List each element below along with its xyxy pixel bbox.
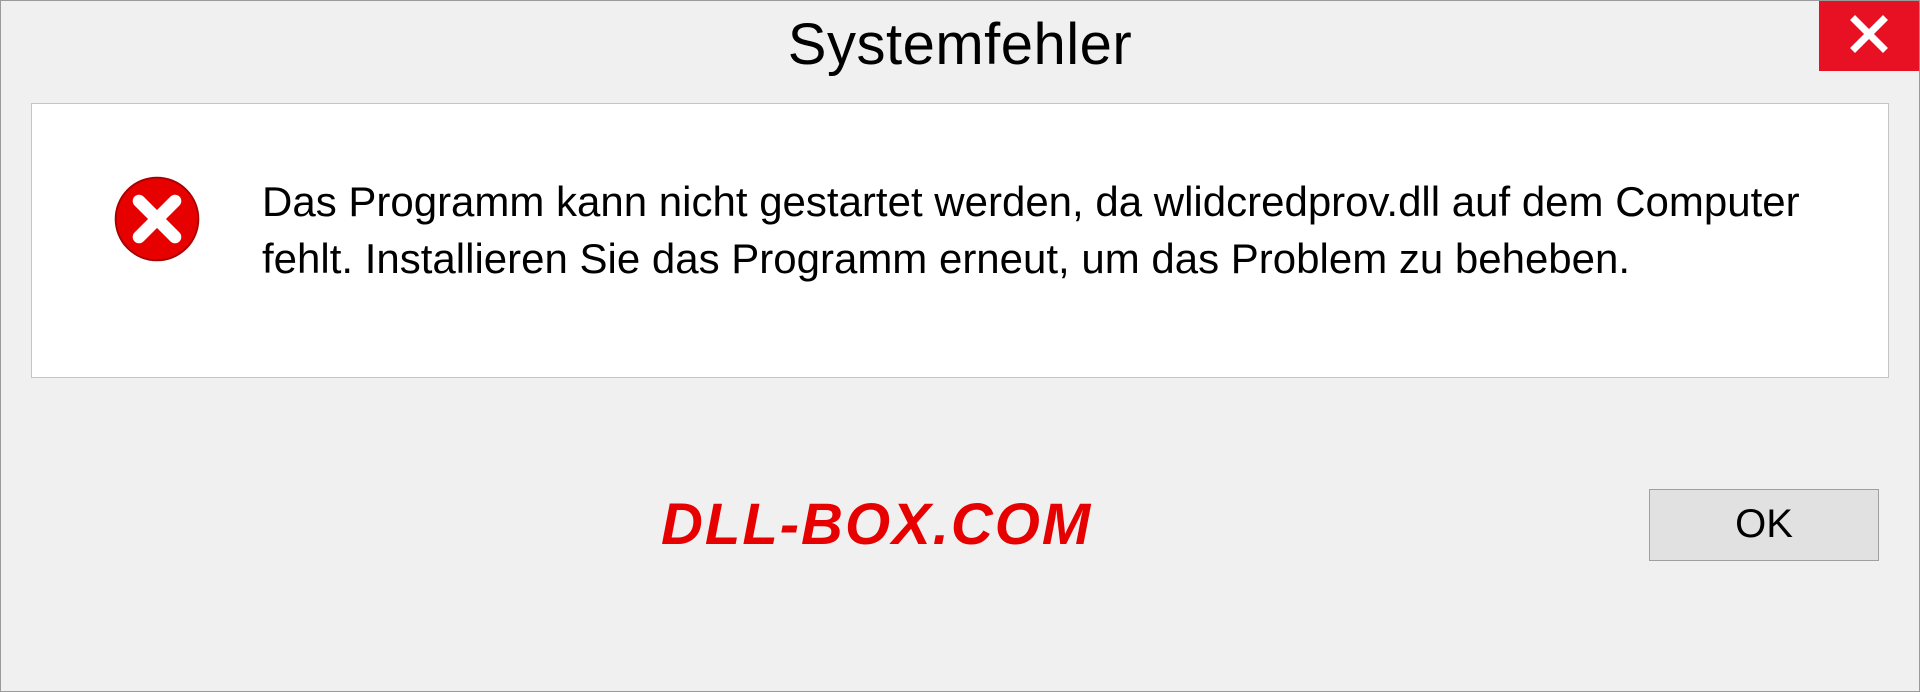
error-dialog: Systemfehler Das Programm kann nicht ges… xyxy=(0,0,1920,692)
close-button[interactable] xyxy=(1819,1,1919,71)
message-panel: Das Programm kann nicht gestartet werden… xyxy=(31,103,1889,378)
dialog-footer: DLL-BOX.COM OK xyxy=(1,378,1919,691)
close-icon xyxy=(1849,14,1889,59)
ok-button-label: OK xyxy=(1735,502,1793,547)
error-icon xyxy=(112,174,202,264)
dialog-title: Systemfehler xyxy=(788,11,1132,78)
error-message: Das Programm kann nicht gestartet werden… xyxy=(262,174,1808,287)
watermark-text: DLL-BOX.COM xyxy=(661,491,1092,558)
title-bar: Systemfehler xyxy=(1,1,1919,93)
ok-button[interactable]: OK xyxy=(1649,489,1879,561)
